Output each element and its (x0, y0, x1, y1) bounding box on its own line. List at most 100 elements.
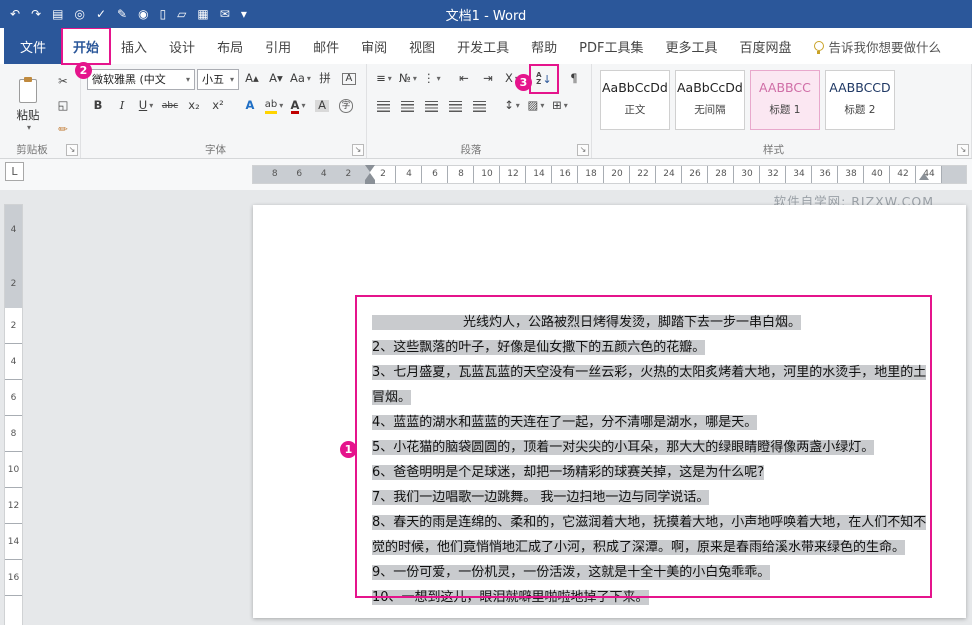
paragraph-group: ≡▾ №▾ ⋮▾ ⇤ ⇥ X▾ 3 AZ ↓ ¶ (367, 64, 592, 158)
increase-indent-button[interactable]: ⇥ (477, 68, 499, 90)
align-left-button[interactable] (373, 95, 395, 117)
grow-font-button[interactable]: A▴ (241, 68, 263, 90)
shading-icon: ▨ (527, 100, 538, 112)
selected-text[interactable]: 2、这些飘落的叶子，好像是仙女撒下的五颜六色的花瓣。 (372, 340, 705, 355)
font-size-combo[interactable]: 小五 ▾ (197, 69, 239, 90)
distribute-button[interactable] (469, 95, 491, 117)
enclose-characters-button[interactable]: 字 (335, 95, 357, 117)
tab-mailings[interactable]: 邮件 (302, 28, 350, 64)
ruler-number: 8 (448, 166, 474, 183)
open-folder-icon[interactable]: ▱ (177, 8, 186, 20)
tab-label: 审阅 (361, 37, 387, 56)
font-name-combo[interactable]: 微软雅黑 (中文 ▾ (87, 69, 195, 90)
font-dialog-launcher-icon[interactable]: ↘ (352, 144, 364, 156)
highlight-color-button[interactable]: ab▾ (263, 95, 285, 117)
clipboard-dialog-launcher-icon[interactable]: ↘ (66, 144, 78, 156)
tab-tell-me[interactable]: 告诉我你想要做什么 (803, 28, 953, 64)
tab-references[interactable]: 引用 (254, 28, 302, 64)
selected-text[interactable]: 3、七月盛夏，瓦蓝瓦蓝的天空没有一丝云彩，火热的太阳炙烤着大地，河里的水烫手，地… (372, 365, 926, 405)
strikethrough-button[interactable]: abc (159, 95, 181, 117)
tab-stop-selector[interactable]: L (5, 162, 24, 181)
change-case-button[interactable]: Aa▾ (289, 68, 312, 90)
hanging-indent-marker[interactable] (365, 173, 375, 180)
right-indent-marker[interactable] (919, 173, 929, 180)
selected-text[interactable]: 7、我们一边唱歌一边跳舞。 我一边扫地一边与同学说话。 (372, 490, 709, 505)
save-icon[interactable]: ▦ (197, 8, 208, 20)
print-preview-icon[interactable]: ▤ (52, 8, 63, 20)
tab-baidu-netdisk[interactable]: 百度网盘 (729, 28, 803, 64)
ruler-number: 4 (5, 344, 22, 380)
vertical-ruler[interactable]: 42 246810121416 (5, 205, 22, 625)
edit-icon[interactable]: ✎ (117, 8, 127, 20)
borders-button[interactable]: ⊞▾ (549, 95, 571, 117)
styles-group: AaBbCcDd 正文 AaBbCcDd 无间隔 AABBCC 标题 1 AAB… (592, 64, 972, 158)
contacts-icon[interactable]: ◉ (138, 8, 148, 20)
paragraph-dialog-launcher-icon[interactable]: ↘ (577, 144, 589, 156)
sort-button[interactable]: AZ ↓ (533, 68, 555, 90)
selected-text[interactable]: 10、一想到这儿，眼泪就噼里啪啦地掉了下来。 (372, 590, 649, 605)
tab-review[interactable]: 审阅 (350, 28, 398, 64)
align-right-button[interactable] (421, 95, 443, 117)
underline-button[interactable]: U▾ (135, 95, 157, 117)
phonetic-guide-button[interactable]: 拼 (314, 68, 336, 90)
style-no-spacing[interactable]: AaBbCcDd 无间隔 (675, 70, 745, 130)
selected-text[interactable]: 9、一份可爱，一份机灵，一份活泼，这就是十全十美的小白兔乖乖。 (372, 565, 770, 580)
superscript-button[interactable]: x² (207, 95, 229, 117)
bold-button[interactable]: B (87, 95, 109, 117)
justify-button[interactable] (445, 95, 467, 117)
align-center-icon (401, 101, 414, 112)
style-preview: AABBCCD (826, 80, 894, 95)
tab-insert[interactable]: 插入 (110, 28, 158, 64)
tab-developer[interactable]: 开发工具 (446, 28, 520, 64)
copy-button[interactable]: ◱ (52, 95, 74, 117)
line-spacing-button[interactable]: ↕▾ (501, 95, 523, 117)
tab-home[interactable]: 开始 (62, 28, 110, 64)
cut-button[interactable]: ✂ (52, 71, 74, 93)
italic-button[interactable]: I (111, 95, 133, 117)
horizontal-ruler[interactable]: 8642 24681012141618202224262830323436384… (253, 166, 966, 183)
find-icon[interactable]: ◎ (74, 8, 84, 20)
bullets-button[interactable]: ≡▾ (373, 68, 395, 90)
left-indent-marker[interactable] (365, 180, 375, 184)
new-document-icon[interactable]: ▯ (160, 8, 167, 20)
character-shading-button[interactable]: A (311, 95, 333, 117)
style-heading-2[interactable]: AABBCCD 标题 2 (825, 70, 895, 130)
tab-help[interactable]: 帮助 (520, 28, 568, 64)
paste-button[interactable]: 粘贴 ▾ (6, 68, 50, 142)
first-line-indent-marker[interactable] (365, 165, 375, 172)
selected-text[interactable]: 5、小花猫的脑袋圆圆的，顶着一对尖尖的小耳朵，那大大的绿眼睛瞪得像两盏小绿灯。 (372, 440, 874, 455)
subscript-button[interactable]: x₂ (183, 95, 205, 117)
multilevel-list-button[interactable]: ⋮▾ (421, 68, 443, 90)
numbering-button[interactable]: №▾ (397, 68, 419, 90)
format-painter-button[interactable]: ✏ (52, 119, 74, 141)
undo-icon[interactable]: ↶ (10, 8, 20, 20)
email-icon[interactable]: ✉ (220, 8, 230, 20)
tab-pdf-tools[interactable]: PDF工具集 (568, 28, 654, 64)
document-page[interactable]: 光线灼人，公路被烈日烤得发烫，脚踏下去一步一串白烟。 2、这些飘落的叶子，好像是仙… (253, 205, 966, 618)
shrink-font-button[interactable]: A▾ (265, 68, 287, 90)
font-color-button[interactable]: A▾ (287, 95, 309, 117)
shading-button[interactable]: ▨▾ (525, 95, 547, 117)
styles-dialog-launcher-icon[interactable]: ↘ (957, 144, 969, 156)
redo-icon[interactable]: ↷ (31, 8, 41, 20)
selected-text[interactable]: 6、爸爸明明是个足球迷，却把一场精彩的球赛关掉，这是为什么呢? (372, 465, 764, 480)
style-heading-1[interactable]: AABBCC 标题 1 (750, 70, 820, 130)
customize-toolbar-icon[interactable]: ▾ (241, 8, 247, 20)
style-normal[interactable]: AaBbCcDd 正文 (600, 70, 670, 130)
selected-text[interactable]: 4、蓝蓝的湖水和蓝蓝的天连在了一起，分不清哪是湖水，哪是天。 (372, 415, 757, 430)
tab-more-tools[interactable]: 更多工具 (655, 28, 729, 64)
asian-layout-icon: X (505, 73, 513, 85)
decrease-indent-button[interactable]: ⇤ (453, 68, 475, 90)
chevron-down-icon: ▾ (564, 102, 568, 110)
spelling-check-icon[interactable]: ✓ (96, 8, 106, 20)
show-formatting-marks-button[interactable]: ¶ (563, 68, 585, 90)
selected-text[interactable]: 光线灼人，公路被烈日烤得发烫，脚踏下去一步一串白烟。 (372, 315, 801, 330)
character-border-button[interactable]: A (338, 68, 360, 90)
text-effects-button[interactable]: A (239, 95, 261, 117)
tab-layout[interactable]: 布局 (206, 28, 254, 64)
align-center-button[interactable] (397, 95, 419, 117)
tab-view[interactable]: 视图 (398, 28, 446, 64)
tab-design[interactable]: 设计 (158, 28, 206, 64)
tab-file[interactable]: 文件 (4, 28, 62, 64)
selected-text[interactable]: 8、春天的雨是连绵的、柔和的，它滋润着大地，抚摸着大地，小声地呼唤着大地，在人们… (372, 515, 926, 555)
